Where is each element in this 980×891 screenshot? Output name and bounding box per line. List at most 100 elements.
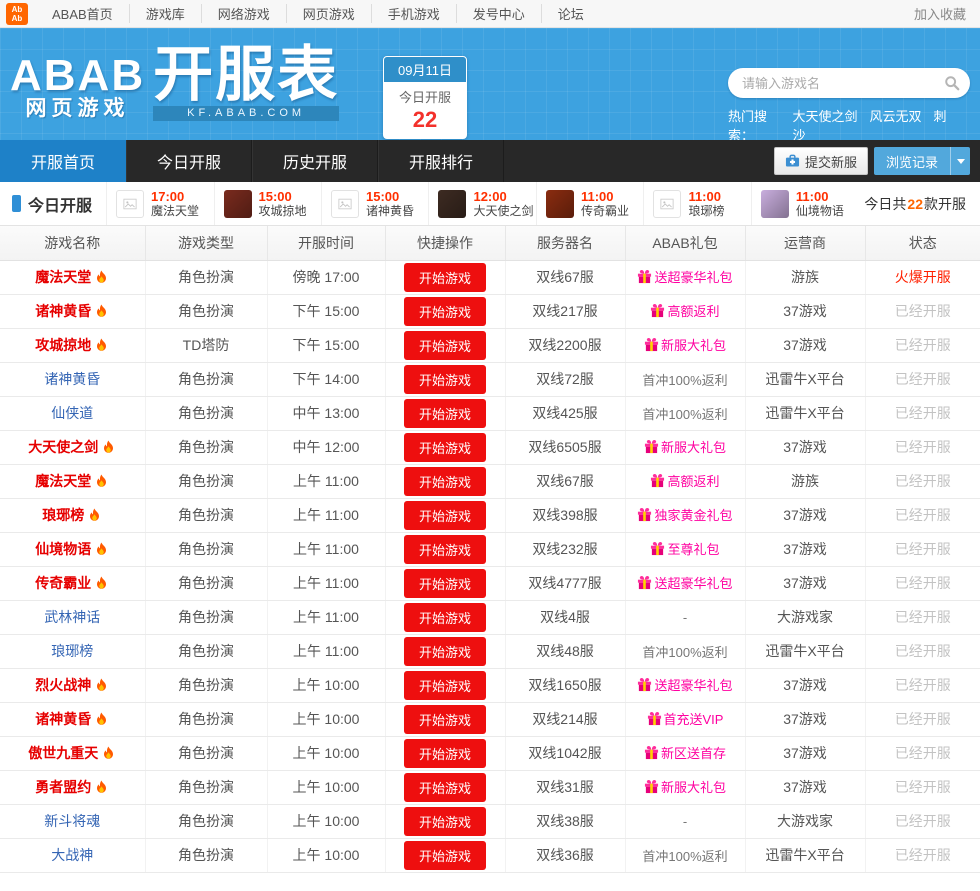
history-dropdown-toggle[interactable] (950, 147, 970, 175)
cell-open-time: 中午 12:00 (266, 430, 385, 465)
cell-game-type: 角色扮演 (144, 702, 267, 737)
gift-icon (650, 303, 665, 318)
topnav-item-2[interactable]: 游戏库 (128, 4, 201, 23)
game-name-link[interactable]: 大战神 (51, 845, 93, 865)
add-favorite-link[interactable]: 加入收藏 (914, 4, 966, 23)
gift-link[interactable]: 新服大礼包 (644, 335, 726, 354)
ticker-item-2[interactable]: 15:00 攻城掠地 (213, 182, 321, 225)
start-game-button[interactable]: 开始游戏 (403, 364, 486, 394)
cell-quick-action: 开始游戏 (384, 532, 505, 567)
cell-status: 已经开服 (864, 464, 980, 499)
ticker-item-4[interactable]: 12:00 大天使之剑 (428, 182, 535, 225)
start-game-button[interactable]: 开始游戏 (403, 704, 486, 734)
ticker-item-1[interactable]: 17:00 魔法天堂 (106, 182, 213, 225)
start-game-button[interactable]: 开始游戏 (403, 636, 486, 666)
game-name-link[interactable]: 诸神黄昏 (35, 301, 109, 321)
ticker-item-6[interactable]: 11:00 琅琊榜 (643, 182, 750, 225)
start-game-button[interactable]: 开始游戏 (403, 602, 486, 632)
game-name-link[interactable]: 攻城掠地 (35, 335, 109, 355)
topnav-item-1[interactable]: ABAB首页 (36, 4, 129, 23)
cell-game-name: 大天使之剑 (0, 430, 145, 465)
topnav-item-7[interactable]: 论坛 (540, 4, 600, 23)
game-name-link[interactable]: 魔法天堂 (35, 267, 109, 287)
gift-text: 新区送首存 (660, 746, 726, 761)
hot-search-link-1[interactable]: 大天使之剑 (792, 109, 857, 124)
start-game-button[interactable]: 开始游戏 (403, 432, 486, 462)
tab-1[interactable]: 开服首页 (0, 140, 126, 182)
tab-3[interactable]: 历史开服 (252, 140, 378, 182)
game-name-link[interactable]: 大天使之剑 (28, 437, 116, 457)
start-game-button[interactable]: 开始游戏 (403, 772, 486, 802)
topnav-item-5[interactable]: 手机游戏 (370, 4, 456, 23)
cell-quick-action: 开始游戏 (384, 260, 505, 295)
gift-link[interactable]: 送超豪华礼包 (637, 267, 733, 286)
table-row: 勇者盟约 角色扮演 上午 10:00 开始游戏 双线31服 新服大礼包 37游戏 已经开服 (0, 770, 980, 805)
gift-link[interactable]: 新区送首存 (644, 743, 726, 762)
tab-4[interactable]: 开服排行 (378, 140, 504, 182)
flame-hot-icon (94, 677, 109, 693)
cell-quick-action: 开始游戏 (384, 498, 505, 533)
cell-game-name: 仙侠道 (0, 396, 145, 431)
cell-status: 已经开服 (864, 770, 980, 805)
ticker-item-7[interactable]: 11:00 仙境物语 (750, 182, 858, 225)
cell-gift: 新区送首存 (624, 736, 745, 771)
start-game-button[interactable]: 开始游戏 (403, 840, 486, 870)
status-badge: 已经开服 (894, 677, 951, 693)
game-name-link[interactable]: 琅琊榜 (42, 505, 102, 525)
search-icon[interactable] (944, 75, 960, 91)
gift-link[interactable]: 高额返利 (650, 301, 720, 320)
start-game-button[interactable]: 开始游戏 (403, 670, 486, 700)
hot-search-link-2[interactable]: 风云无双 (869, 109, 921, 124)
start-game-button[interactable]: 开始游戏 (403, 534, 486, 564)
game-name-link[interactable]: 武林神话 (44, 607, 100, 627)
game-name-link[interactable]: 烈火战神 (35, 675, 109, 695)
cell-game-name: 攻城掠地 (0, 328, 145, 363)
game-name-link[interactable]: 勇者盟约 (35, 777, 109, 797)
start-game-button[interactable]: 开始游戏 (403, 738, 486, 768)
gift-link[interactable]: 送超豪华礼包 (637, 573, 733, 592)
game-name-link[interactable]: 诸神黄昏 (44, 369, 100, 389)
start-game-button[interactable]: 开始游戏 (403, 466, 486, 496)
gift-link[interactable]: 独家黄金礼包 (637, 505, 733, 524)
game-name-link[interactable]: 传奇霸业 (35, 573, 109, 593)
cell-game-type: 角色扮演 (144, 668, 267, 703)
gift-link[interactable]: 新服大礼包 (644, 777, 726, 796)
chevron-down-icon (956, 158, 965, 164)
start-game-button[interactable]: 开始游戏 (403, 806, 486, 836)
topnav-item-6[interactable]: 发号中心 (455, 4, 541, 23)
gift-link[interactable]: 送超豪华礼包 (637, 675, 733, 694)
tabs: 开服首页 今日开服 历史开服 开服排行 (0, 140, 504, 182)
gift-link[interactable]: 高额返利 (650, 471, 720, 490)
game-name-link[interactable]: 新斗将魂 (44, 811, 100, 831)
gift-plain-text: 首冲100%返利 (642, 372, 728, 388)
start-game-button[interactable]: 开始游戏 (403, 398, 486, 428)
start-game-button[interactable]: 开始游戏 (403, 500, 486, 530)
start-game-button[interactable]: 开始游戏 (403, 296, 486, 326)
browse-history-button[interactable]: 浏览记录 (873, 147, 970, 175)
topnav-item-4[interactable]: 网页游戏 (285, 4, 371, 23)
game-name-link[interactable]: 傲世九重天 (28, 743, 116, 763)
tab-2[interactable]: 今日开服 (126, 140, 252, 182)
game-name-link[interactable]: 琅琊榜 (51, 641, 93, 661)
abab-mini-logo-icon[interactable]: Ab Ab (6, 2, 28, 25)
game-name-link[interactable]: 仙侠道 (51, 403, 93, 423)
start-game-button[interactable]: 开始游戏 (403, 568, 486, 598)
search-input[interactable] (742, 75, 944, 91)
start-game-button[interactable]: 开始游戏 (403, 262, 486, 292)
ticker-item-5[interactable]: 11:00 传奇霸业 (535, 182, 643, 225)
game-name-link[interactable]: 仙境物语 (35, 539, 109, 559)
topnav-item-3[interactable]: 网络游戏 (200, 4, 286, 23)
hot-search: 热门搜索： 大天使之剑 风云无双 刺沙 (728, 106, 970, 144)
cell-quick-action: 开始游戏 (384, 804, 505, 839)
game-name-link[interactable]: 诸神黄昏 (35, 709, 109, 729)
game-name-link[interactable]: 魔法天堂 (35, 471, 109, 491)
gift-link[interactable]: 至尊礼包 (650, 539, 720, 558)
site-logo[interactable]: ABAB 网页游戏 开服表 KF.ABAB.COM (10, 45, 340, 121)
gift-link[interactable]: 首充送VIP (647, 709, 723, 728)
submit-new-server-button[interactable]: 提交新服 (773, 147, 868, 175)
cell-quick-action: 开始游戏 (384, 430, 505, 465)
start-game-button[interactable]: 开始游戏 (403, 330, 486, 360)
gift-link[interactable]: 新服大礼包 (644, 437, 726, 456)
ticker-item-3[interactable]: 15:00 诸神黄昏 (320, 182, 428, 225)
logo-left: ABAB 网页游戏 (10, 54, 145, 121)
